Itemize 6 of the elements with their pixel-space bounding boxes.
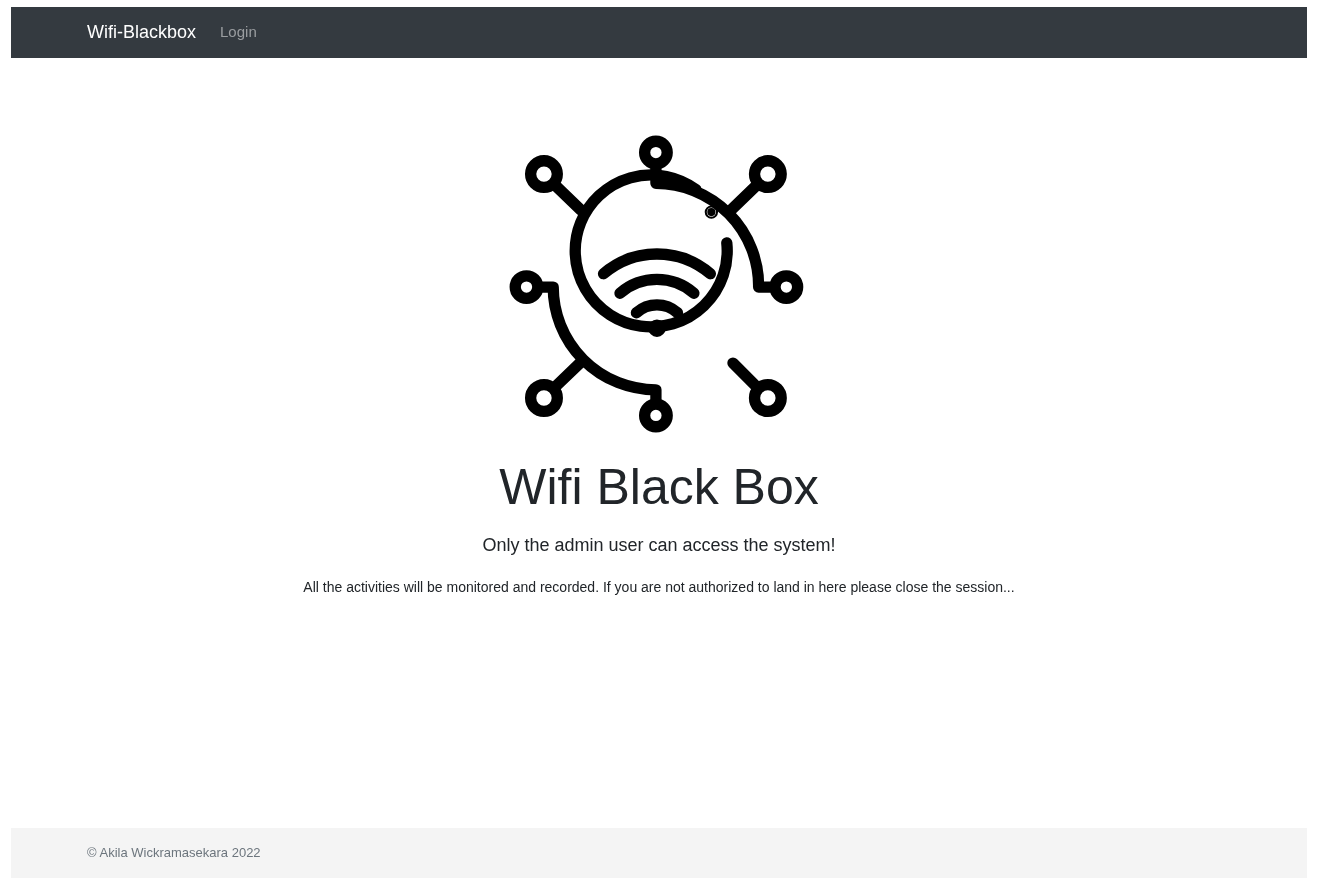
subtitle: Only the admin user can access the system! xyxy=(482,534,836,557)
nav-link[interactable]: Login xyxy=(220,21,257,44)
page-title: Wifi Black Box xyxy=(499,462,819,512)
notice-text: All the activities will be monitored and recorded. If you are not authorized to land in here please close the session... xyxy=(303,578,1015,597)
brand-link[interactable]: Wifi-Blackbox xyxy=(87,19,197,46)
copyright-text: © Akila Wickramasekara 2022 xyxy=(87,844,261,863)
